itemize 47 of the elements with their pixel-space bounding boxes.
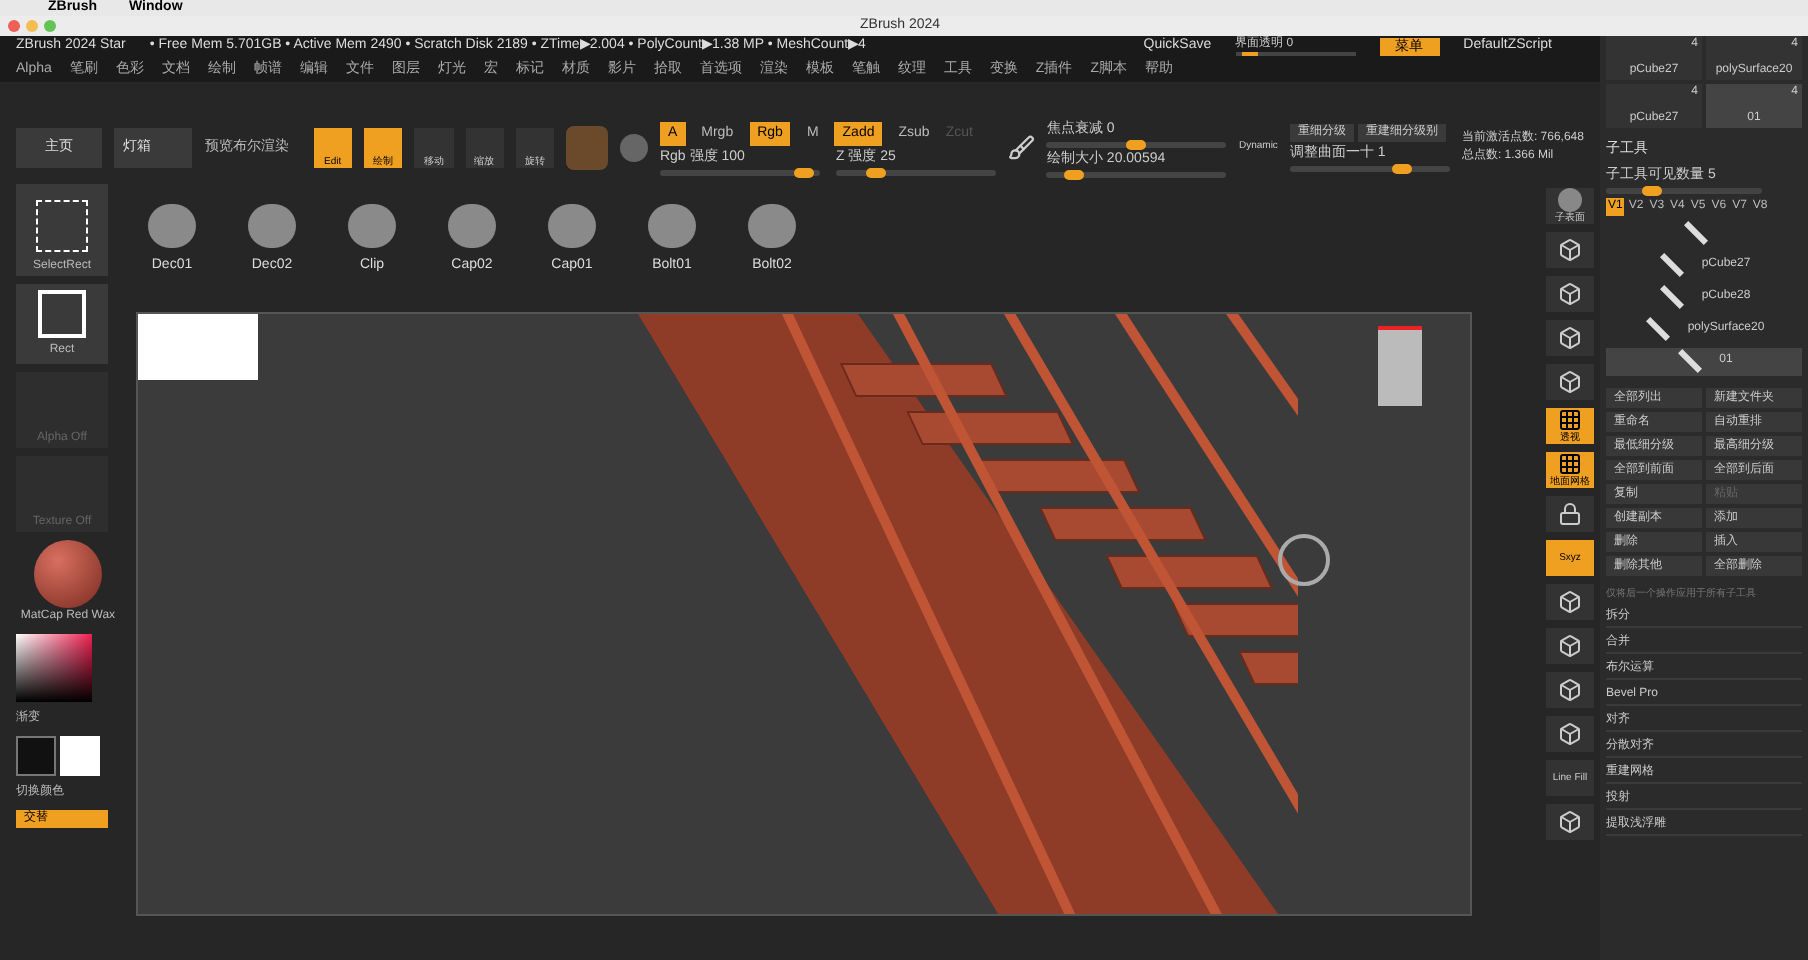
grid-icon: [1558, 452, 1582, 476]
lock-icon: [1558, 502, 1582, 526]
cube-icon: [1558, 810, 1582, 834]
slider-thumb[interactable]: [1642, 185, 1663, 195]
slider-thumb[interactable]: [1391, 164, 1412, 174]
mesh-thumbnail-icon: [648, 203, 696, 247]
mesh-thumbnail-icon: [148, 203, 196, 247]
shelf-button[interactable]: [1546, 716, 1594, 752]
mesh-thumbnail-icon: [448, 203, 496, 247]
dashed-rectangle-icon: [36, 200, 88, 252]
cube-icon: [1558, 370, 1582, 394]
shelf-button[interactable]: [1546, 320, 1594, 356]
grid-icon: [1558, 408, 1582, 432]
brush-icon[interactable]: [1007, 134, 1035, 162]
material-swatch-icon[interactable]: [566, 126, 609, 170]
slider-thumb[interactable]: [793, 167, 814, 177]
shelf-button[interactable]: [1546, 276, 1594, 312]
cube-icon: [1558, 590, 1582, 614]
subtool-thumbnail-icon: [1684, 221, 1708, 245]
mesh-thumbnail-icon: [248, 203, 296, 247]
shelf-button[interactable]: [1546, 628, 1594, 664]
mesh-thumbnail-icon: [348, 203, 396, 247]
main-color-swatch[interactable]: [60, 736, 100, 776]
cube-icon: [1558, 238, 1582, 262]
square-icon: [38, 289, 86, 337]
slider-thumb[interactable]: [1126, 139, 1147, 149]
cube-icon: [1558, 722, 1582, 746]
cube-icon: [1558, 326, 1582, 350]
subtool-thumbnail-icon: [1677, 349, 1702, 373]
document-thumbnail: [138, 314, 258, 380]
slider-thumb[interactable]: [865, 167, 886, 177]
mesh-thumbnail-icon: [548, 203, 596, 247]
mesh-thumbnail-icon: [748, 203, 796, 247]
shelf-button[interactable]: [1546, 672, 1594, 708]
cube-icon: [1558, 634, 1582, 658]
shelf-button[interactable]: [1546, 804, 1594, 840]
shelf-button[interactable]: [1546, 496, 1594, 532]
circle-cursor-icon: [1278, 534, 1330, 586]
shelf-button[interactable]: [1546, 364, 1594, 400]
shelf-button[interactable]: [1546, 232, 1594, 268]
shelf-button[interactable]: [1546, 584, 1594, 620]
cube-icon: [1558, 282, 1582, 306]
color-picker-icon[interactable]: [16, 634, 92, 702]
slider-thumb[interactable]: [1063, 169, 1084, 179]
secondary-color-swatch[interactable]: [16, 736, 56, 776]
viewport-canvas[interactable]: [136, 312, 1472, 916]
cube-icon: [1558, 678, 1582, 702]
